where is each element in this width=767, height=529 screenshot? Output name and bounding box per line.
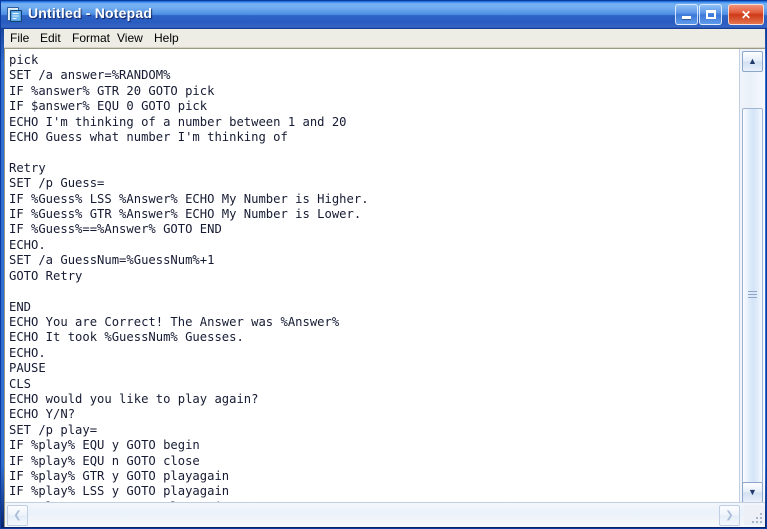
editor-content[interactable]: pick SET /a answer=%RANDOM% IF %answer% … bbox=[9, 53, 736, 502]
scroll-right-button[interactable]: ❯ bbox=[719, 505, 740, 526]
chevron-up-icon: ▲ bbox=[748, 56, 757, 66]
close-icon: ✕ bbox=[740, 7, 752, 22]
notepad-window: Untitled - Notepad ✕ File Edit Format Vi… bbox=[0, 0, 767, 529]
title-bar[interactable]: Untitled - Notepad ✕ bbox=[1, 1, 767, 29]
maximize-button[interactable] bbox=[699, 4, 722, 25]
vertical-scrollbar-thumb[interactable] bbox=[742, 108, 763, 484]
scroll-left-button[interactable]: ❮ bbox=[7, 505, 28, 526]
menu-item-edit[interactable]: Edit bbox=[36, 31, 65, 46]
minimize-button[interactable] bbox=[675, 4, 698, 25]
menu-item-format[interactable]: Format bbox=[68, 31, 114, 46]
vertical-scrollbar[interactable]: ▲ ▼ bbox=[739, 49, 765, 503]
menu-item-view[interactable]: View bbox=[113, 31, 147, 46]
scroll-down-button[interactable]: ▼ bbox=[742, 482, 763, 503]
menu-item-file[interactable]: File bbox=[6, 31, 33, 46]
scrollbar-grip-icon bbox=[748, 291, 757, 301]
client-area: pick SET /a answer=%RANDOM% IF %answer% … bbox=[4, 48, 765, 527]
menu-bar: File Edit Format View Help bbox=[4, 29, 765, 48]
maximize-icon bbox=[700, 5, 721, 24]
chevron-down-icon: ▼ bbox=[748, 487, 757, 497]
menu-item-help[interactable]: Help bbox=[150, 31, 183, 46]
chevron-left-icon: ❮ bbox=[13, 509, 22, 521]
horizontal-scrollbar[interactable]: ❮ ❯ bbox=[5, 502, 765, 527]
chevron-right-icon: ❯ bbox=[725, 509, 734, 521]
close-button[interactable]: ✕ bbox=[728, 4, 764, 25]
scroll-up-button[interactable]: ▲ bbox=[742, 51, 763, 72]
window-title: Untitled - Notepad bbox=[28, 5, 153, 21]
resize-grip-icon[interactable] bbox=[744, 505, 764, 525]
minimize-icon bbox=[676, 5, 697, 24]
notepad-icon bbox=[6, 6, 23, 23]
text-editor[interactable]: pick SET /a answer=%RANDOM% IF %answer% … bbox=[5, 49, 736, 502]
